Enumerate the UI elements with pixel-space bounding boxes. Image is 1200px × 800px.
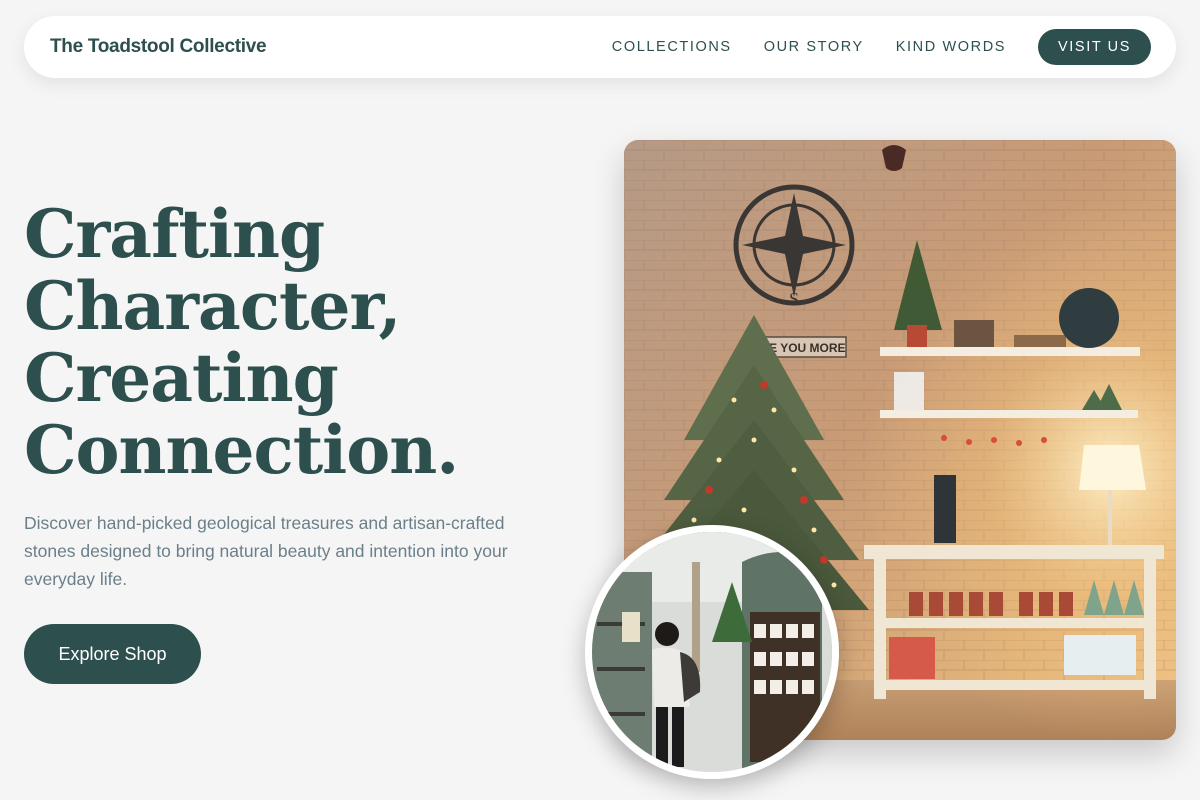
explore-shop-button[interactable]: Explore Shop [24, 624, 201, 684]
shop-browsing-photo [585, 525, 839, 779]
hero-title-line-1: Crafting [24, 195, 325, 273]
brand-logo[interactable]: The Toadstool Collective [50, 36, 267, 58]
nav-link-kind-words[interactable]: KIND WORDS [896, 39, 1006, 55]
nav-link-collections[interactable]: COLLECTIONS [612, 39, 732, 55]
svg-text:S: S [789, 289, 799, 309]
hero-title: Crafting Character, Creating Connection. [24, 198, 544, 486]
hero-title-line-2: Character, [24, 267, 401, 345]
nav-link-our-story[interactable]: OUR STORY [764, 39, 864, 55]
nav-links: COLLECTIONS OUR STORY KIND WORDS VISIT U… [580, 29, 1151, 65]
hero-title-line-4: Connection. [24, 411, 459, 489]
shop-browsing-illustration [592, 532, 832, 772]
visit-us-button[interactable]: VISIT US [1038, 29, 1151, 65]
hero-subtitle: Discover hand-picked geological treasure… [24, 513, 508, 589]
hero-title-line-3: Creating [24, 339, 339, 417]
top-navigation-bar: The Toadstool Collective COLLECTIONS OUR… [24, 16, 1176, 78]
